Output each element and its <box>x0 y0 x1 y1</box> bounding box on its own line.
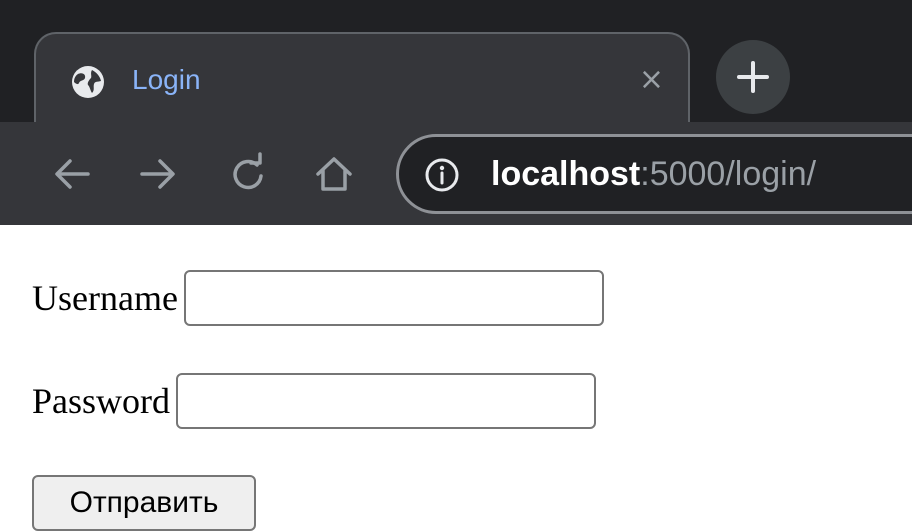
page-content: Username Password Отправить <box>0 225 912 531</box>
username-input[interactable] <box>183 270 604 326</box>
globe-icon <box>70 64 106 100</box>
reload-icon[interactable] <box>224 150 272 198</box>
username-row: Username <box>32 270 604 326</box>
password-label: Password <box>32 381 171 421</box>
tab-login[interactable]: Login × <box>34 32 690 124</box>
tab-strip: Login × <box>0 0 912 124</box>
url-text[interactable]: localhost:5000/login/ <box>491 150 816 198</box>
toolbar: localhost:5000/login/ <box>0 122 912 225</box>
password-input[interactable] <box>176 373 597 429</box>
info-icon[interactable] <box>423 156 461 199</box>
forward-arrow-icon[interactable] <box>134 150 182 198</box>
home-icon[interactable] <box>310 150 358 198</box>
username-label: Username <box>32 278 178 318</box>
address-bar[interactable]: localhost:5000/login/ <box>396 134 912 214</box>
url-path: :5000/login/ <box>640 155 817 193</box>
url-host: localhost <box>491 155 641 193</box>
new-tab-button[interactable] <box>716 40 790 114</box>
submit-button[interactable]: Отправить <box>32 475 256 531</box>
back-arrow-icon[interactable] <box>48 150 96 198</box>
tab-title: Login <box>132 64 201 95</box>
close-icon[interactable]: × <box>639 56 664 104</box>
password-row: Password <box>32 373 597 429</box>
browser-chrome: Login × localhost:5000/login/ <box>0 0 912 225</box>
plus-icon <box>737 61 769 93</box>
